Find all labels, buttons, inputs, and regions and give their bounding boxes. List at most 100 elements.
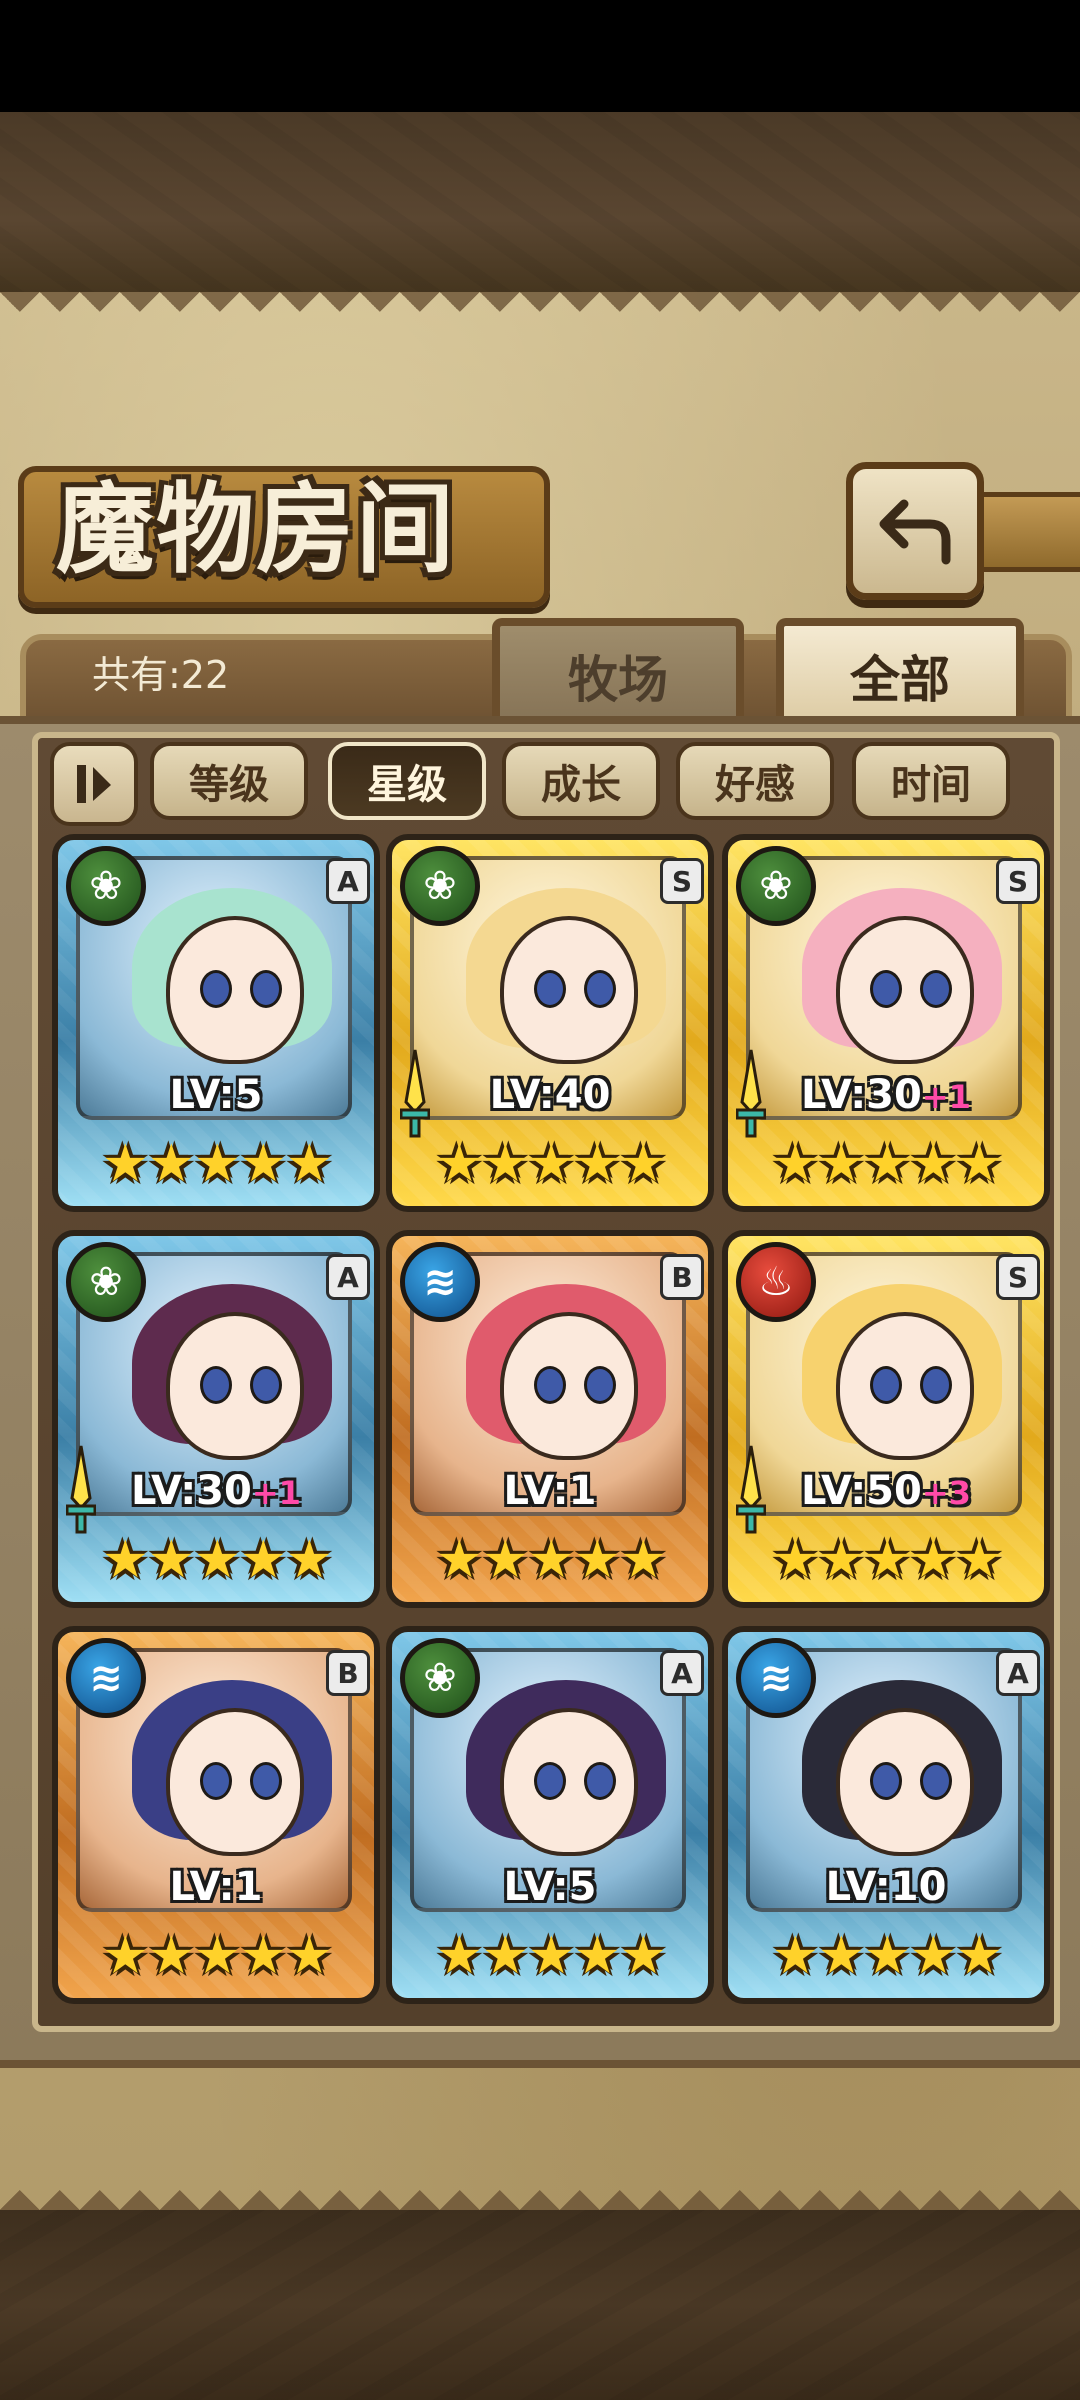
nature-element-icon: ❀ (400, 846, 480, 926)
star-icon: ★ (286, 1926, 333, 1986)
monster-eye (250, 970, 282, 1008)
rank-badge: S (996, 858, 1040, 904)
level-text: LV:5 (169, 1072, 263, 1118)
sort-level-button[interactable]: 等级 (150, 742, 308, 820)
rank-badge: B (660, 1254, 704, 1300)
monster-eye (920, 1762, 952, 1800)
star-icon: ★ (436, 1530, 483, 1590)
star-icon: ★ (102, 1134, 149, 1194)
monster-card[interactable]: ❀ S LV:30+1 ★ ★ ★ ★ ★ (722, 834, 1050, 1212)
star-icon: ★ (910, 1134, 957, 1194)
monster-level: LV:1 (58, 1862, 374, 1912)
water-element-icon: ≋ (66, 1638, 146, 1718)
fire-element-icon: ♨ (736, 1242, 816, 1322)
monster-eye (200, 970, 232, 1008)
monster-eye (584, 1762, 616, 1800)
monster-face (836, 1708, 974, 1856)
star-icon: ★ (864, 1530, 911, 1590)
star-icon: ★ (286, 1530, 333, 1590)
star-icon: ★ (240, 1134, 287, 1194)
monster-level: LV:5 (392, 1862, 708, 1912)
monster-card[interactable]: ≋ A LV:10 ★ ★ ★ ★ ★ (722, 1626, 1050, 2004)
star-icon: ★ (620, 1530, 667, 1590)
nature-element-icon: ❀ (66, 1242, 146, 1322)
monster-card[interactable]: ≋ B LV:1 ★ ★ ★ ★ ★ (386, 1230, 714, 1608)
monster-level: LV:50+3 (728, 1466, 1044, 1516)
level-text: LV:30 (801, 1072, 922, 1118)
monster-eye (250, 1762, 282, 1800)
star-rating: ★ ★ ★ ★ ★ (102, 1134, 333, 1196)
monster-level: LV:5 (58, 1070, 374, 1120)
monster-card[interactable]: ≋ B LV:1 ★ ★ ★ ★ ★ (52, 1626, 380, 2004)
star-icon: ★ (102, 1926, 149, 1986)
star-icon: ★ (436, 1134, 483, 1194)
level-text: LV:30 (131, 1468, 252, 1514)
nature-element-icon: ❀ (736, 846, 816, 926)
star-icon: ★ (194, 1530, 241, 1590)
monster-card[interactable]: ❀ S LV:40 ★ ★ ★ ★ ★ (386, 834, 714, 1212)
monster-face (500, 1708, 638, 1856)
star-icon: ★ (864, 1926, 911, 1986)
star-icon: ★ (956, 1530, 1003, 1590)
level-text: LV:1 (169, 1864, 263, 1910)
rank-badge: A (326, 1254, 370, 1300)
monster-level: LV:40 (392, 1070, 708, 1120)
sort-affection-button[interactable]: 好感 (676, 742, 834, 820)
monster-eye (200, 1366, 232, 1404)
torn-edge-top (0, 292, 1080, 332)
monster-eye (920, 1366, 952, 1404)
rank-badge: A (996, 1650, 1040, 1696)
monster-card[interactable]: ❀ A LV:30+1 ★ ★ ★ ★ ★ (52, 1230, 380, 1608)
star-icon: ★ (194, 1926, 241, 1986)
page-title: 魔物房间 (56, 472, 457, 587)
star-icon: ★ (620, 1926, 667, 1986)
star-icon: ★ (864, 1134, 911, 1194)
star-icon: ★ (818, 1134, 865, 1194)
star-icon: ★ (910, 1530, 957, 1590)
level-text: LV:5 (503, 1864, 597, 1910)
star-rating: ★ ★ ★ ★ ★ (772, 1134, 1003, 1196)
status-bar (0, 0, 1080, 112)
monster-face (836, 1312, 974, 1460)
monster-level: LV:10 (728, 1862, 1044, 1912)
sort-time-button[interactable]: 时间 (852, 742, 1010, 820)
sort-order-toggle[interactable] (50, 742, 138, 826)
star-rating: ★ ★ ★ ★ ★ (772, 1530, 1003, 1592)
level-plus: +1 (921, 1078, 971, 1116)
map-background-bottom (0, 2210, 1080, 2400)
monster-card[interactable]: ❀ A LV:5 ★ ★ ★ ★ ★ (52, 834, 380, 1212)
back-arrow-icon (879, 499, 951, 565)
monster-card[interactable]: ♨ S LV:50+3 ★ ★ ★ ★ ★ (722, 1230, 1050, 1608)
back-button[interactable] (846, 462, 984, 600)
star-icon: ★ (772, 1926, 819, 1986)
star-icon: ★ (574, 1530, 621, 1590)
level-text: LV:40 (489, 1072, 611, 1118)
monster-eye (870, 1366, 902, 1404)
star-rating: ★ ★ ★ ★ ★ (772, 1926, 1003, 1988)
tab-pasture[interactable]: 牧场 (492, 618, 744, 726)
star-icon: ★ (818, 1530, 865, 1590)
star-icon: ★ (772, 1134, 819, 1194)
rank-badge: B (326, 1650, 370, 1696)
water-element-icon: ≋ (736, 1638, 816, 1718)
star-icon: ★ (772, 1530, 819, 1590)
monster-eye (584, 970, 616, 1008)
star-icon: ★ (528, 1926, 575, 1986)
star-icon: ★ (436, 1926, 483, 1986)
nature-element-icon: ❀ (400, 1638, 480, 1718)
tab-all[interactable]: 全部 (776, 618, 1024, 726)
torn-edge-bottom (0, 2170, 1080, 2210)
level-plus: +1 (251, 1474, 301, 1512)
star-icon: ★ (240, 1926, 287, 1986)
map-background-top (0, 112, 1080, 292)
sort-growth-button[interactable]: 成长 (502, 742, 660, 820)
star-icon: ★ (102, 1530, 149, 1590)
star-icon: ★ (574, 1926, 621, 1986)
star-icon: ★ (956, 1134, 1003, 1194)
monster-eye (870, 1762, 902, 1800)
sort-star-button[interactable]: 星级 (328, 742, 486, 820)
monster-card[interactable]: ❀ A LV:5 ★ ★ ★ ★ ★ (386, 1626, 714, 2004)
monster-count: 共有:22 (92, 653, 230, 697)
star-rating: ★ ★ ★ ★ ★ (102, 1530, 333, 1592)
monster-eye (534, 970, 566, 1008)
